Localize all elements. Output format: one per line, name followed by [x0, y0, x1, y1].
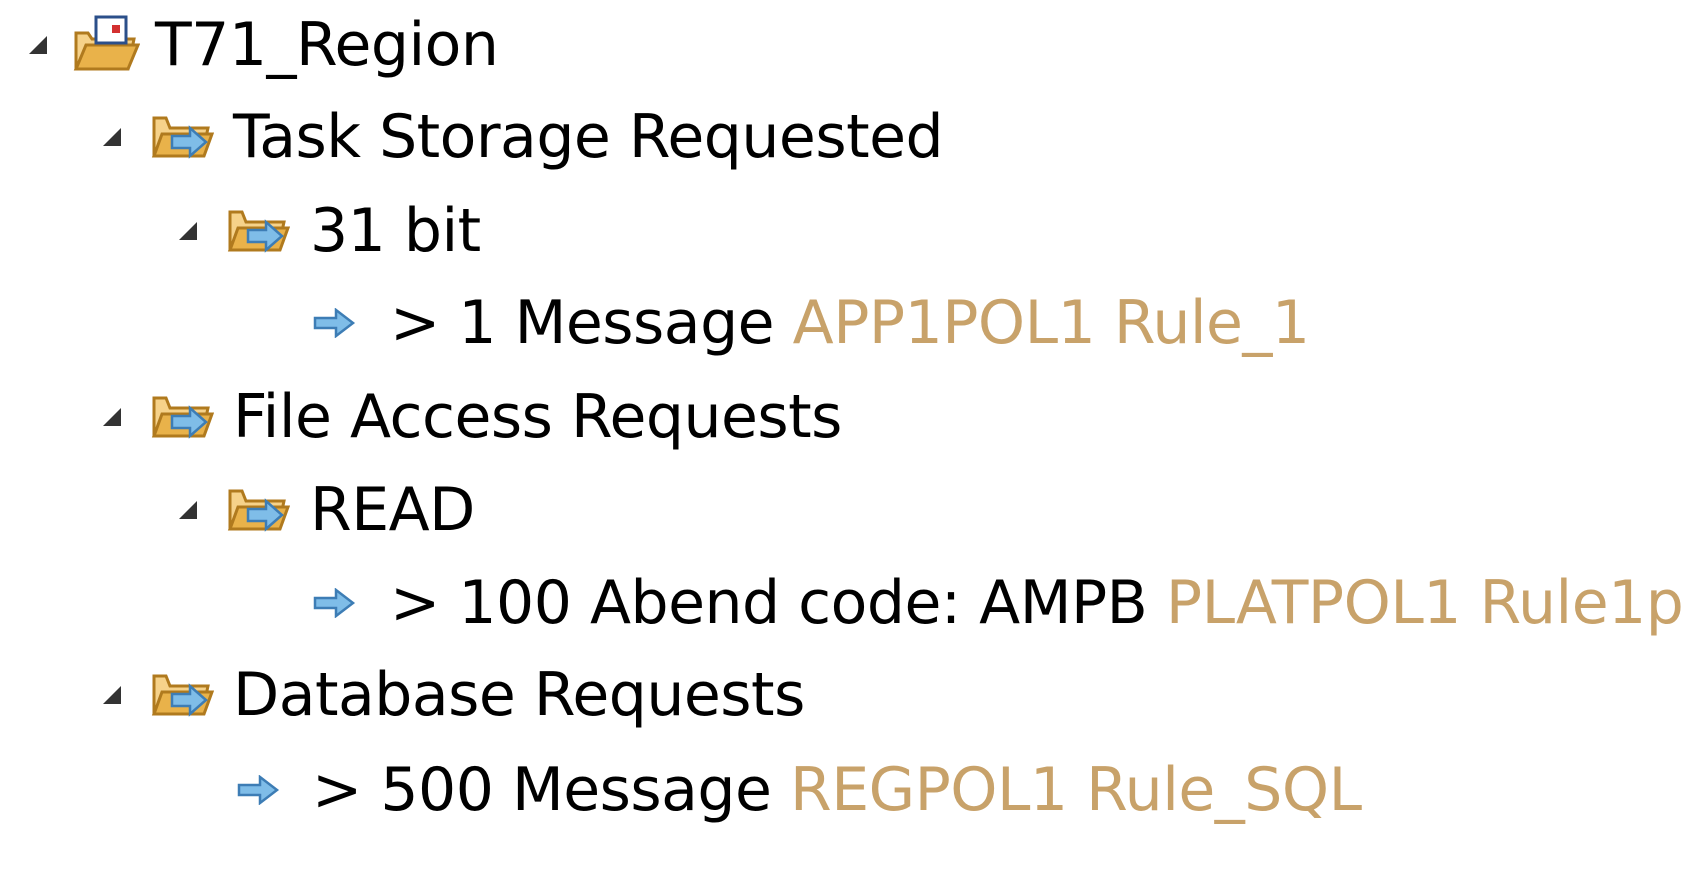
- tree-row-group[interactable]: Task Storage Requested: [0, 92, 1682, 182]
- tree-row-rule[interactable]: > 100 Abend code: AMPB PLATPOL1 Rule1p: [0, 558, 1682, 648]
- rule-policy: APP1POL1 Rule_1: [792, 288, 1310, 358]
- group-label: Task Storage Requested: [233, 102, 944, 172]
- event-tree: T71_Region Task Storage Requested 31 bit…: [0, 0, 1682, 879]
- rule-arrow-icon: [312, 278, 356, 368]
- expanded-twisty-icon[interactable]: [92, 92, 132, 182]
- rule-prefix: >: [390, 288, 440, 358]
- group-label: File Access Requests: [233, 382, 842, 452]
- expanded-twisty-icon[interactable]: [92, 650, 132, 740]
- rule-arrow-icon: [312, 558, 356, 648]
- tree-row-rule[interactable]: > 1 Message APP1POL1 Rule_1: [0, 278, 1682, 368]
- rule-prefix: >: [312, 755, 362, 825]
- tree-row-group[interactable]: File Access Requests: [0, 372, 1682, 462]
- tree-row-rule[interactable]: > 500 Message REGPOL1 Rule_SQL: [0, 745, 1682, 835]
- tree-row-root[interactable]: T71_Region: [0, 0, 1682, 90]
- expanded-twisty-icon[interactable]: [168, 465, 208, 555]
- rule-text: 500 Message: [380, 755, 772, 825]
- rule-label: > 500 Message REGPOL1 Rule_SQL: [312, 745, 1362, 835]
- rule-arrow-icon: [236, 745, 280, 835]
- region-folder-icon: [72, 0, 140, 90]
- rule-policy: PLATPOL1 Rule1p: [1165, 568, 1682, 638]
- event-folder-icon: [150, 92, 214, 182]
- rule-policy: REGPOL1 Rule_SQL: [790, 755, 1362, 825]
- rule-label: > 100 Abend code: AMPB PLATPOL1 Rule1p: [390, 558, 1682, 648]
- rule-text: 100 Abend code: AMPB: [458, 568, 1148, 638]
- subgroup-label: READ: [310, 475, 475, 545]
- root-label: T71_Region: [155, 10, 499, 80]
- rule-prefix: >: [390, 568, 440, 638]
- event-folder-icon: [226, 186, 290, 276]
- tree-row-subgroup[interactable]: READ: [0, 465, 1682, 555]
- tree-row-subgroup[interactable]: 31 bit: [0, 186, 1682, 276]
- rule-text: 1 Message: [458, 288, 775, 358]
- event-folder-icon: [150, 650, 214, 740]
- subgroup-label: 31 bit: [310, 196, 481, 266]
- event-folder-icon: [150, 372, 214, 462]
- rule-label: > 1 Message APP1POL1 Rule_1: [390, 278, 1310, 368]
- tree-row-group[interactable]: Database Requests: [0, 650, 1682, 740]
- expanded-twisty-icon[interactable]: [168, 186, 208, 276]
- expanded-twisty-icon[interactable]: [92, 372, 132, 462]
- group-label: Database Requests: [233, 660, 805, 730]
- event-folder-icon: [226, 465, 290, 555]
- expanded-twisty-icon[interactable]: [18, 0, 58, 90]
